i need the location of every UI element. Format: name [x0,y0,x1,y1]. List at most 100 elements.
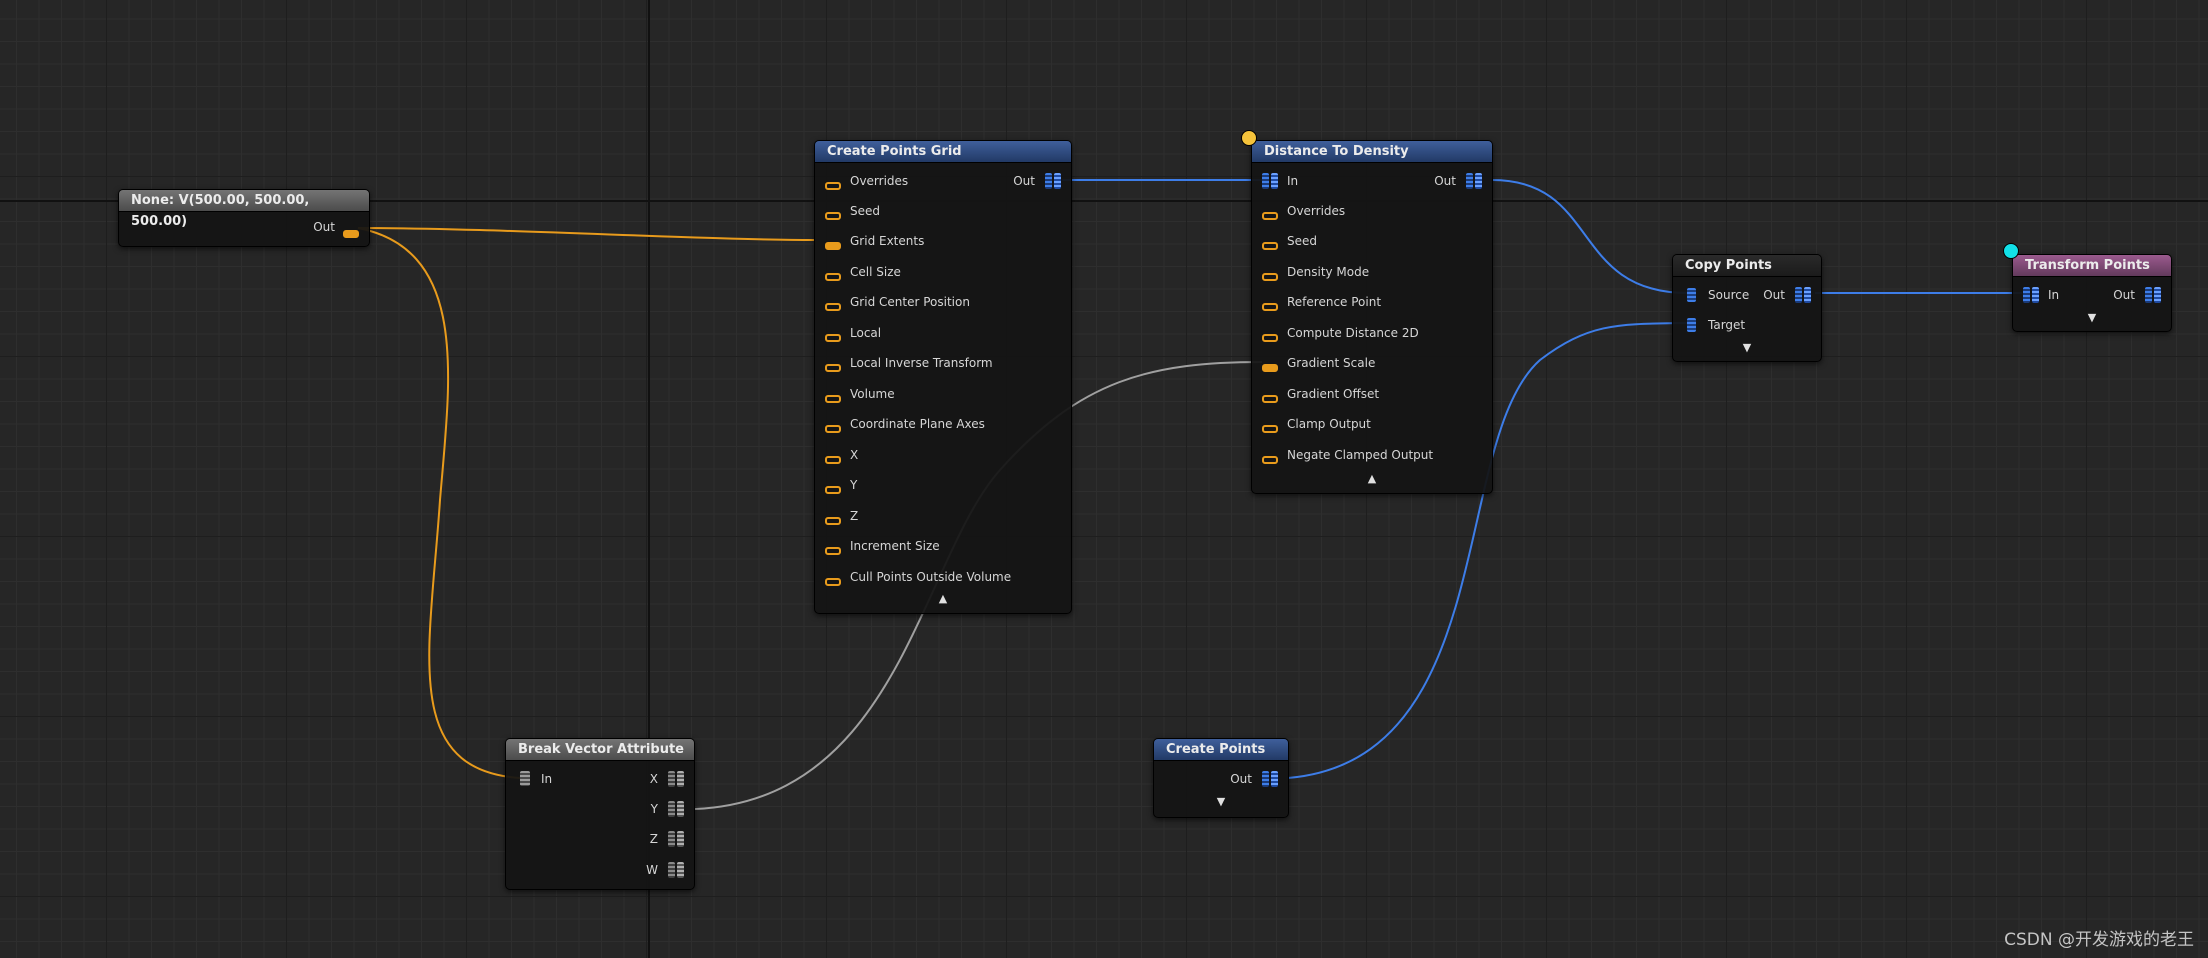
break-vector-attribute-node[interactable]: Break Vector Attribute In X Y Z W [505,738,695,890]
pin-label-cell-size: Cell Size [850,265,901,279]
node-title: Create Points Grid [815,141,1071,163]
param-pin-icon[interactable] [1262,327,1278,346]
watermark-text: CSDN @开发游戏的老王 [2004,930,2194,950]
attribute-pin-icon[interactable] [668,862,684,882]
wire-distance-to-copy-source[interactable] [1491,179,1689,294]
out-x-label: X [649,772,658,786]
param-pin-icon[interactable] [825,357,841,376]
param-pin-icon[interactable] [1262,418,1278,437]
out-z-label: Z [649,832,658,846]
attribute-pin-icon[interactable] [668,801,684,821]
pin-label-grid-extents: Grid Extents [850,234,925,248]
out-pin-label: Out [1013,174,1035,188]
target-pin-label: Target [1708,318,1746,332]
param-pin-icon[interactable] [825,205,841,224]
node-title: Transform Points [2013,255,2171,277]
node-title: Distance To Density [1252,141,1492,163]
param-pin-icon[interactable] [825,327,841,346]
pin-label-increment-size: Increment Size [850,539,940,553]
param-pin-icon[interactable] [825,266,841,285]
point-data-pin-icon[interactable] [1262,771,1278,791]
debug-indicator-cyan-icon[interactable] [2003,243,2019,259]
pin-label-x: X [850,448,859,462]
node-title: Break Vector Attribute [506,739,694,761]
transform-points-node[interactable]: Transform Points In Out ▼ [2012,254,2172,332]
point-data-pin-icon[interactable] [1262,173,1278,193]
pin-label-overrides: Overrides [1287,204,1346,218]
attribute-pin-icon[interactable] [668,771,684,791]
pin-label-volume: Volume [850,387,895,401]
out-pin-label: Out [313,220,335,234]
pin-label-gradient-scale: Gradient Scale [1287,356,1376,370]
param-pin-icon[interactable] [825,449,841,468]
node-title: None: V(500.00, 500.00, 500.00) [119,190,369,229]
node-title: Copy Points [1673,255,1821,277]
param-pin-icon[interactable] [1262,449,1278,468]
wire-constant-to-grid-extents[interactable] [357,227,816,241]
param-pin-icon[interactable] [1262,266,1278,285]
wire-layer [357,179,2022,810]
pin-label-negate-clamped-output: Negate Clamped Output [1287,448,1434,462]
collapse-chevron-icon[interactable]: ▲ [815,592,1071,605]
point-pin-icon[interactable] [1687,317,1696,336]
param-pin-icon[interactable] [1262,296,1278,315]
param-pin-icon[interactable] [825,235,841,254]
wire-constant-to-break-vector[interactable] [357,227,521,779]
param-pin-icon[interactable] [825,388,841,407]
point-data-pin-icon[interactable] [2145,287,2161,307]
pin-label-local: Local [850,326,882,340]
param-pin-icon[interactable] [343,223,359,242]
pin-label-reference-point: Reference Point [1287,295,1382,309]
in-pin-label: In [2048,288,2060,302]
distance-to-density-node[interactable]: Distance To Density In Out Overrides See… [1251,140,1493,494]
pin-label-coordinate-plane-axes: Coordinate Plane Axes [850,417,985,431]
pin-label-y: Y [850,478,858,492]
pin-label-compute-distance-2d: Compute Distance 2D [1287,326,1419,340]
param-pin-icon[interactable] [825,418,841,437]
out-pin-label: Out [1763,288,1785,302]
out-w-label: W [646,863,658,877]
pin-label-seed: Seed [850,204,880,218]
pin-label-grid-center-position: Grid Center Position [850,295,970,309]
collapse-chevron-icon[interactable]: ▲ [1252,472,1492,485]
debug-indicator-yellow-icon[interactable] [1241,130,1257,146]
constant-vector-node[interactable]: None: V(500.00, 500.00, 500.00) Out [118,189,370,247]
create-points-grid-node[interactable]: Create Points Grid Overrides Out Seed Gr… [814,140,1072,614]
expand-chevron-icon[interactable]: ▼ [2013,311,2171,324]
node-title: Create Points [1154,739,1288,761]
pin-label-density-mode: Density Mode [1287,265,1370,279]
in-pin-label: In [1287,174,1299,188]
param-pin-icon[interactable] [825,510,841,529]
param-pin-icon[interactable] [825,175,841,194]
expand-chevron-icon[interactable]: ▼ [1154,795,1288,808]
point-data-pin-icon[interactable] [2023,287,2039,307]
pin-label-gradient-offset: Gradient Offset [1287,387,1380,401]
pin-label-local-inverse-transform: Local Inverse Transform [850,356,993,370]
copy-points-node[interactable]: Copy Points Source Out Target ▼ [1672,254,1822,362]
create-points-node[interactable]: Create Points Out ▼ [1153,738,1289,818]
param-pin-icon[interactable] [825,540,841,559]
pin-label-overrides: Overrides [850,174,909,188]
param-pin-icon[interactable] [1262,388,1278,407]
pin-label-seed: Seed [1287,234,1317,248]
out-pin-label: Out [2113,288,2135,302]
param-pin-icon[interactable] [825,479,841,498]
param-pin-icon[interactable] [1262,235,1278,254]
attribute-pin-icon[interactable] [520,771,530,790]
in-pin-label: In [541,772,553,786]
point-data-pin-icon[interactable] [1045,173,1061,193]
point-pin-icon[interactable] [1687,287,1696,306]
pin-label-clamp-output: Clamp Output [1287,417,1371,431]
out-pin-label: Out [1230,772,1252,786]
source-pin-label: Source [1708,288,1750,302]
out-pin-label: Out [1434,174,1456,188]
param-pin-icon[interactable] [825,571,841,590]
param-pin-icon[interactable] [1262,205,1278,224]
point-data-pin-icon[interactable] [1795,287,1811,307]
attribute-pin-icon[interactable] [668,831,684,851]
param-pin-icon[interactable] [825,296,841,315]
point-data-pin-icon[interactable] [1466,173,1482,193]
param-pin-icon[interactable] [1262,357,1278,376]
expand-chevron-icon[interactable]: ▼ [1673,341,1821,354]
pin-label-cull-points-outside-volume: Cull Points Outside Volume [850,570,1012,584]
